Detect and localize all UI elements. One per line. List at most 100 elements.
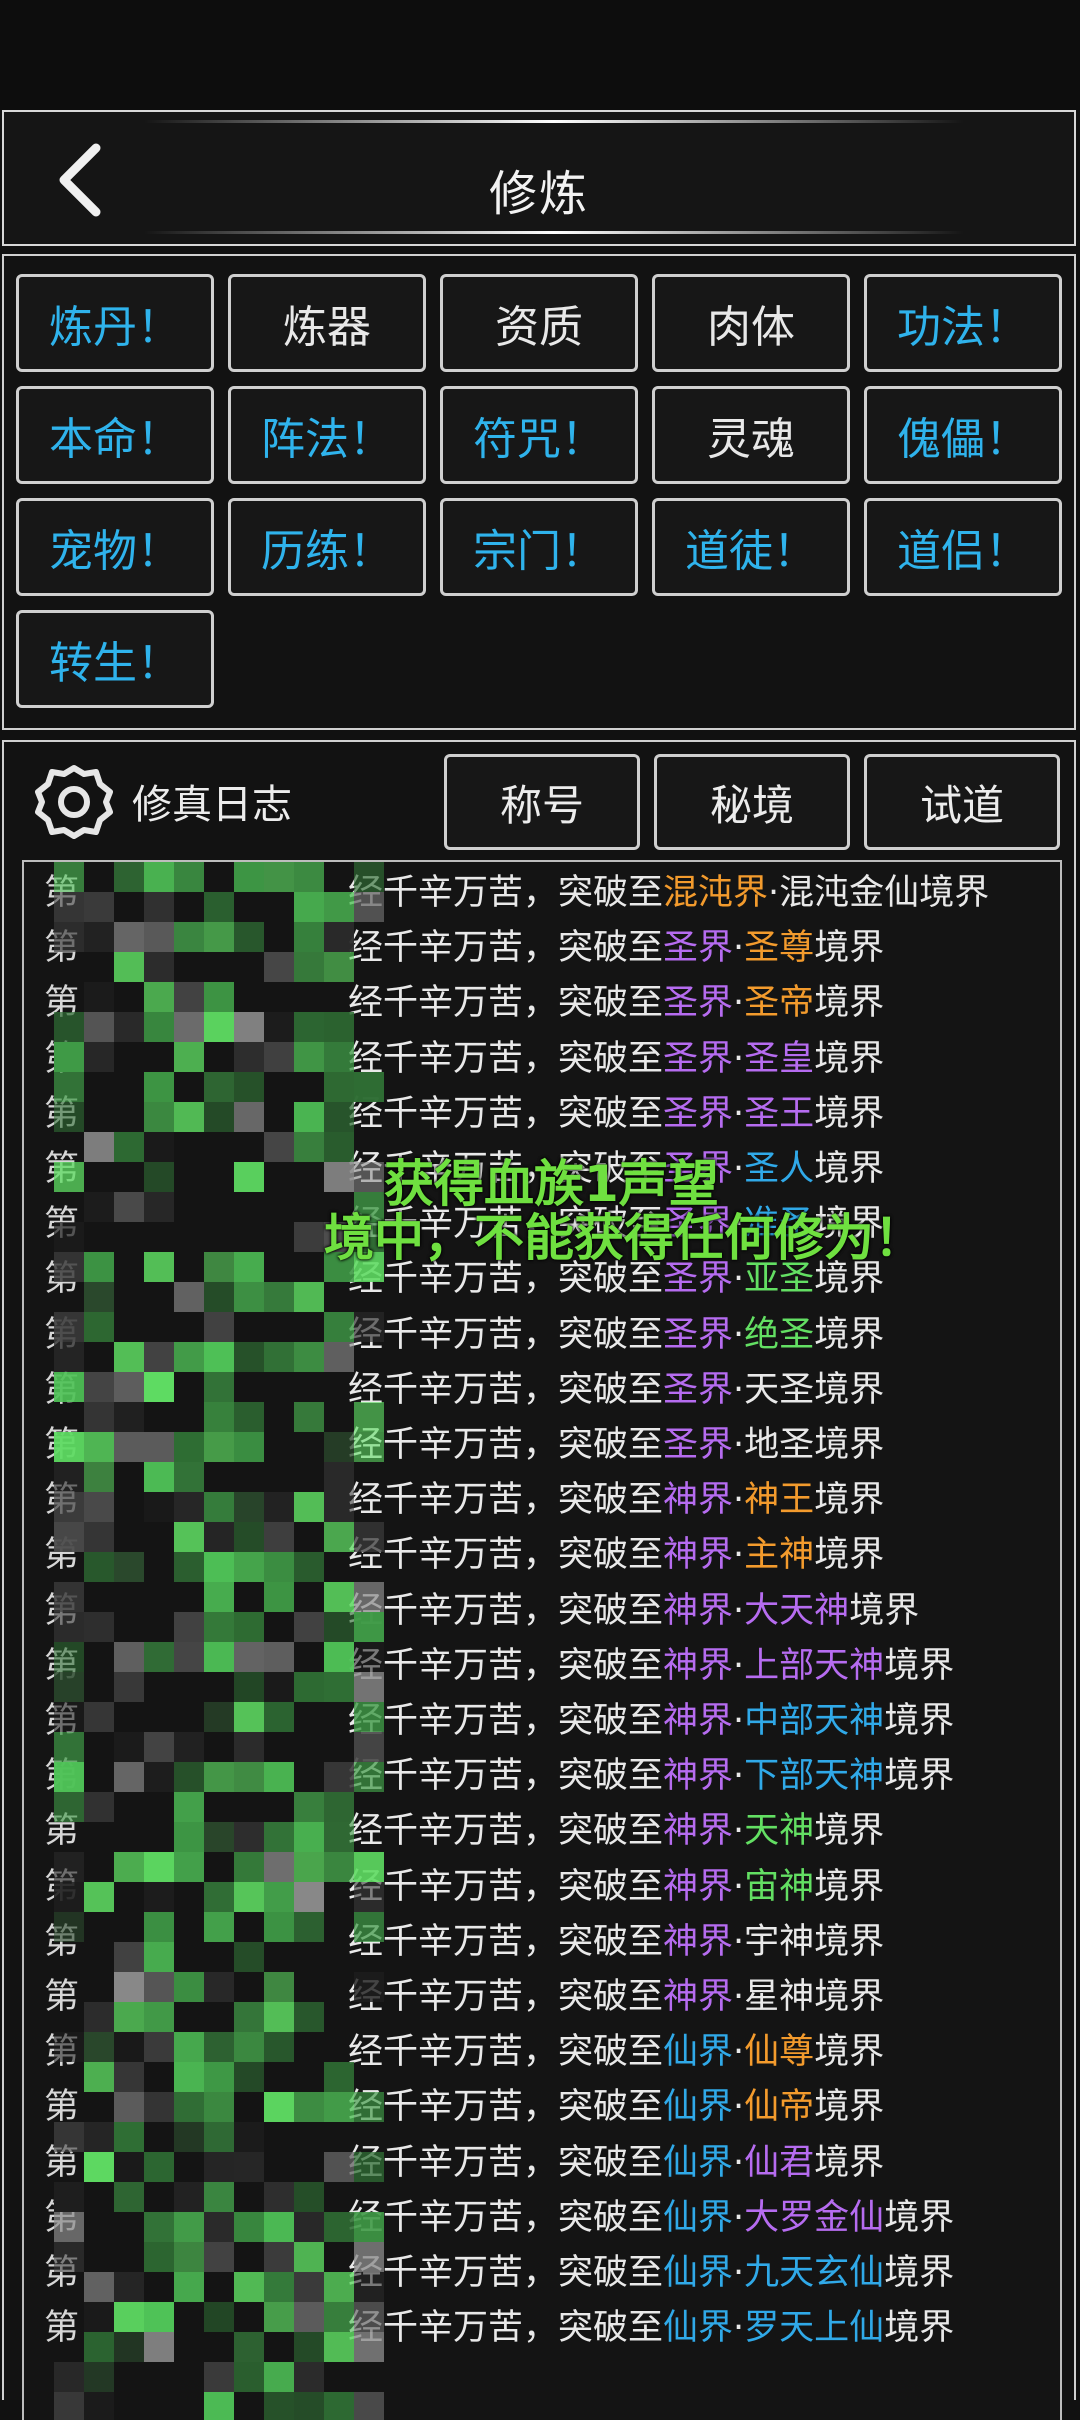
tab-button[interactable]: 宠物！	[16, 498, 214, 596]
log-suffix: 境界	[814, 1535, 885, 1576]
realm-name: 圣界	[663, 1259, 734, 1300]
log-entry-text: 经千辛万苦，突破至圣界·圣人境界	[348, 1142, 884, 1197]
separator-dot: ·	[733, 1535, 745, 1576]
log-settings-button[interactable]	[34, 762, 114, 842]
log-entry-prefix: 第	[44, 2087, 80, 2128]
rank-name: 天神	[744, 1811, 815, 1852]
log-entry-text: 经千辛万苦，突破至神界·天神境界	[348, 1804, 884, 1859]
log-entry-prefix: 第	[44, 1921, 80, 1962]
tab-button[interactable]: 阵法！	[228, 386, 426, 484]
log-entry-prefix: 第	[44, 1259, 80, 1300]
realm-name: 仙界	[663, 2032, 734, 2073]
realm-name: 仙界	[663, 2253, 734, 2293]
log-entry-text: 经千辛万苦，突破至神界·宇神境界	[348, 1915, 884, 1970]
rank-name: 宙神	[744, 1866, 815, 1907]
rank-name: 圣帝	[744, 983, 815, 1024]
separator-dot: ·	[733, 2087, 745, 2128]
rank-name: 圣皇	[744, 1038, 815, 1079]
rank-name: 大天神	[744, 1590, 850, 1631]
log-entry: 第 经千辛万苦，突破至圣界·地圣境界	[24, 1418, 1060, 1473]
tab-button[interactable]: 傀儡！	[864, 386, 1062, 484]
log-phrase: 经千辛万苦，突破至	[348, 1038, 664, 1079]
log-phrase: 经千辛万苦，突破至	[348, 2253, 664, 2293]
title-button[interactable]: 称号	[444, 754, 640, 850]
log-entry-text: 经千辛万苦，突破至神界·主神境界	[348, 1528, 884, 1583]
log-entry-text: 经千辛万苦，突破至仙界·仙君境界	[348, 2136, 884, 2191]
rank-name: 圣人	[744, 1149, 815, 1189]
tab-button[interactable]: 灵魂	[652, 386, 850, 484]
log-suffix: 境界	[919, 873, 990, 913]
log-entry: 第 经千辛万苦，突破至圣界·绝圣境界	[24, 1308, 1060, 1363]
rank-name: 中部天神	[744, 1701, 885, 1741]
log-entry-prefix: 第	[44, 1756, 80, 1797]
tab-button[interactable]: 转生！	[16, 610, 214, 708]
log-phrase: 经千辛万苦，突破至	[348, 1590, 664, 1631]
realm-name: 神界	[663, 1977, 734, 2017]
secret-realm-button[interactable]: 秘境	[654, 754, 850, 850]
log-entry: 第 经千辛万苦，突破至神界·星神境界	[24, 1970, 1060, 2025]
tab-button[interactable]: 道侣！	[864, 498, 1062, 596]
log-suffix: 境界	[814, 1811, 885, 1852]
log-entry: 第 经千辛万苦，突破至圣界·准圣境界	[24, 1197, 1060, 1252]
rank-name: 绝圣	[744, 1314, 815, 1355]
log-entry: 第 经千辛万苦，突破至圣界·圣皇境界	[24, 1032, 1060, 1087]
log-suffix: 境界	[814, 1259, 885, 1300]
tab-button[interactable]: 肉体	[652, 274, 850, 372]
separator-dot: ·	[733, 1480, 745, 1521]
realm-name: 神界	[663, 1645, 734, 1686]
log-entry: 第 经千辛万苦，突破至圣界·亚圣境界	[24, 1252, 1060, 1307]
realm-name: 神界	[663, 1535, 734, 1576]
tab-button[interactable]: 道徒！	[652, 498, 850, 596]
log-entry: 第 经千辛万苦，突破至神界·主神境界	[24, 1528, 1060, 1583]
separator-dot: ·	[733, 2308, 745, 2349]
log-entry-text: 经千辛万苦，突破至仙界·九天玄仙境界	[348, 2246, 954, 2301]
rank-name: 天圣	[744, 1369, 815, 1410]
rank-name: 混沌金仙	[779, 873, 920, 913]
realm-name: 圣界	[663, 928, 734, 969]
realm-name: 神界	[663, 1590, 734, 1631]
log-entry-prefix: 第	[44, 2253, 80, 2293]
log-list[interactable]: 第经千辛万苦，突破至混沌界·混沌金仙境界第经千辛万苦，突破至圣界·圣尊境界第经千…	[22, 860, 1062, 2420]
tab-button[interactable]: 炼器	[228, 274, 426, 372]
tab-button[interactable]: 符咒！	[440, 386, 638, 484]
separator-dot: ·	[733, 1314, 745, 1355]
log-phrase: 经千辛万苦，突破至	[348, 928, 664, 969]
tab-button[interactable]: 炼丹！	[16, 274, 214, 372]
log-entry-text: 经千辛万苦，突破至仙界·仙帝境界	[348, 2080, 884, 2135]
log-entry-prefix: 第	[44, 1314, 80, 1355]
rank-name: 神王	[744, 1480, 815, 1521]
log-suffix: 境界	[814, 2142, 885, 2183]
title-bar: 修炼	[2, 110, 1076, 246]
log-entry-prefix: 第	[44, 1369, 80, 1410]
log-phrase: 经千辛万苦，突破至	[348, 983, 664, 1024]
separator-dot: ·	[733, 2253, 745, 2293]
tab-button[interactable]: 历练！	[228, 498, 426, 596]
tab-button[interactable]: 资质	[440, 274, 638, 372]
realm-name: 圣界	[663, 1369, 734, 1410]
log-entry-prefix: 第	[44, 2032, 80, 2073]
tab-button[interactable]: 宗门！	[440, 498, 638, 596]
separator-dot: ·	[768, 873, 780, 913]
tab-button[interactable]: 功法！	[864, 274, 1062, 372]
log-entry-text: 经千辛万苦，突破至神界·中部天神境界	[348, 1694, 954, 1749]
rank-name: 九天玄仙	[744, 2253, 885, 2293]
realm-name: 圣界	[663, 1314, 734, 1355]
rank-name: 星神	[744, 1977, 815, 2017]
realm-name: 圣界	[663, 1204, 734, 1245]
log-entry: 第 经千辛万苦，突破至神界·神王境界	[24, 1473, 1060, 1528]
rank-name: 宇神	[744, 1921, 815, 1962]
realm-name: 圣界	[663, 1038, 734, 1079]
log-phrase: 经千辛万苦，突破至	[348, 2308, 664, 2349]
tab-button[interactable]: 本命！	[16, 386, 214, 484]
rank-name: 亚圣	[744, 1259, 815, 1300]
trial-button[interactable]: 试道	[864, 754, 1060, 850]
separator-dot: ·	[733, 1756, 745, 1797]
log-entry-prefix: 第	[44, 1866, 80, 1907]
log-entry: 第 经千辛万苦，突破至圣界·圣人境界	[24, 1142, 1060, 1197]
log-entry: 第 经千辛万苦，突破至仙界·仙帝境界	[24, 2080, 1060, 2135]
log-suffix: 境界	[814, 1314, 885, 1355]
log-entry-text: 经千辛万苦，突破至神界·下部天神境界	[348, 1749, 954, 1804]
log-entry: 第 经千辛万苦，突破至圣界·圣帝境界	[24, 976, 1060, 1031]
log-entry: 第 经千辛万苦，突破至混沌界·混沌金仙境界	[24, 866, 1060, 921]
log-phrase: 经千辛万苦，突破至	[348, 1645, 664, 1686]
